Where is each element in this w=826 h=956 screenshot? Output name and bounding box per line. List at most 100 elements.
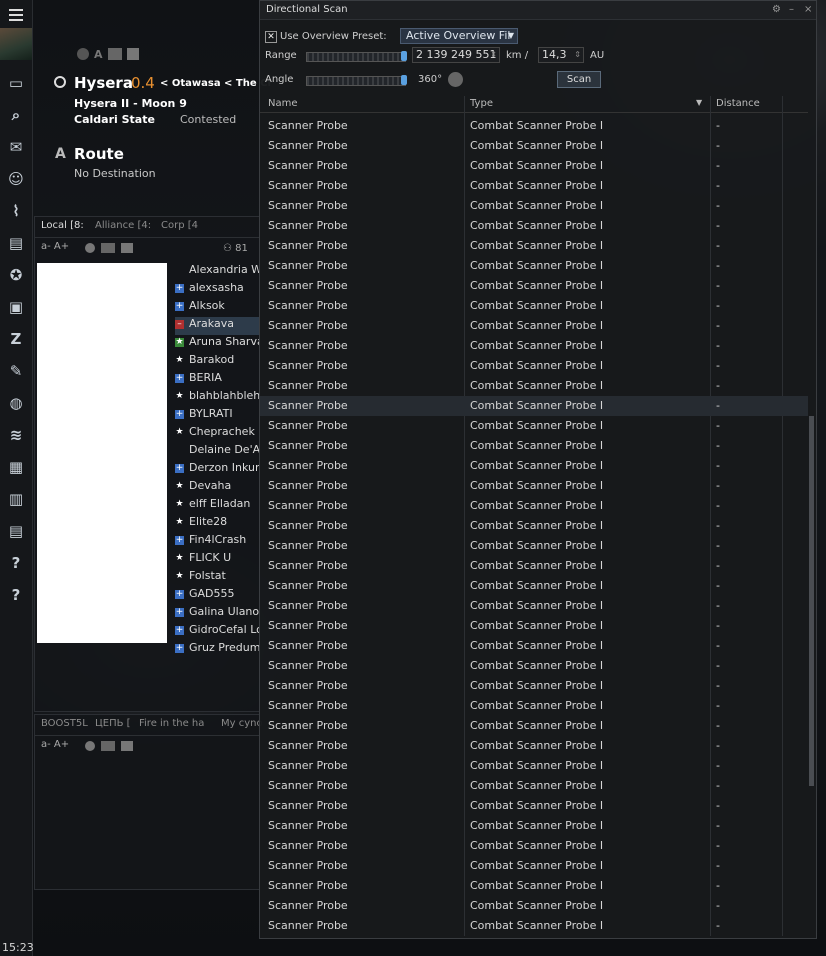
member-list-item[interactable]: ★ FLICK U (175, 551, 260, 569)
cube-icon[interactable]: ▦ (0, 452, 32, 482)
table-row[interactable]: Scanner Probe Combat Scanner Probe I - (260, 116, 808, 136)
au-input[interactable]: 14,3 ⇕ (538, 47, 584, 63)
route-icon[interactable]: A (94, 48, 103, 61)
member-list-item[interactable]: + alexsasha (175, 281, 260, 299)
tab-mycyno[interactable]: My cyno (221, 718, 263, 729)
notepad-icon[interactable]: ▤ (0, 228, 32, 258)
table-row[interactable]: Scanner Probe Combat Scanner Probe I - (260, 776, 808, 796)
table-row[interactable]: Scanner Probe Combat Scanner Probe I - (260, 876, 808, 896)
member-list-item[interactable]: ★ Elite28 (175, 515, 260, 533)
range-slider[interactable] (306, 51, 407, 62)
tab-local[interactable]: Local [8: (41, 220, 84, 231)
table-row[interactable]: Scanner Probe Combat Scanner Probe I - (260, 356, 808, 376)
table-row[interactable]: Scanner Probe Combat Scanner Probe I - (260, 516, 808, 536)
search-icon[interactable]: ⌕ (0, 100, 32, 130)
table-row[interactable]: Scanner Probe Combat Scanner Probe I - (260, 336, 808, 356)
column-type[interactable]: Type (470, 98, 493, 109)
member-list-item[interactable]: + BERIA (175, 371, 260, 389)
scrollbar[interactable] (809, 416, 814, 786)
tab-corp[interactable]: Corp [4 (161, 220, 198, 231)
members-icon[interactable] (101, 741, 115, 751)
angle-slider[interactable] (306, 75, 407, 86)
table-row[interactable]: Scanner Probe Combat Scanner Probe I - (260, 656, 808, 676)
member-list-item[interactable]: ★ Devaha (175, 479, 260, 497)
tab-alliance[interactable]: Alliance [4: (95, 220, 151, 231)
table-row[interactable]: Scanner Probe Combat Scanner Probe I - (260, 796, 808, 816)
speech-icon[interactable] (121, 243, 133, 253)
member-list-item[interactable]: ★ blahblahbleh1 (175, 389, 260, 407)
table-row[interactable]: Scanner Probe Combat Scanner Probe I - (260, 816, 808, 836)
wallet-chart-icon[interactable]: ⌇ (0, 196, 32, 226)
tab-chain[interactable]: ЦЕПЬ [ (95, 718, 131, 729)
member-list-item[interactable]: ★ Cheprachek (175, 425, 260, 443)
table-row[interactable]: Scanner Probe Combat Scanner Probe I - (260, 636, 808, 656)
table-row[interactable]: Scanner Probe Combat Scanner Probe I - (260, 396, 808, 416)
tools-icon[interactable] (107, 48, 122, 60)
table-row[interactable]: Scanner Probe Combat Scanner Probe I - (260, 136, 808, 156)
font-size-controls[interactable]: a- A+ (41, 739, 69, 750)
member-list-item[interactable]: + Alksok (175, 299, 260, 317)
faction-name[interactable]: Caldari State (74, 113, 155, 126)
table-row[interactable]: Scanner Probe Combat Scanner Probe I - (260, 596, 808, 616)
table-row[interactable]: Scanner Probe Combat Scanner Probe I - (260, 376, 808, 396)
member-list-item[interactable]: ★ Aruna Sharva (175, 335, 260, 353)
chat-message-area[interactable] (37, 263, 167, 643)
table-row[interactable]: Scanner Probe Combat Scanner Probe I - (260, 836, 808, 856)
scan-button[interactable]: Scan (557, 71, 601, 88)
table-row[interactable]: Scanner Probe Combat Scanner Probe I - (260, 916, 808, 936)
member-list-item[interactable]: + Gruz Predum (175, 641, 260, 659)
table-row[interactable]: Scanner Probe Combat Scanner Probe I - (260, 196, 808, 216)
member-list-item[interactable]: ★ elff Elladan (175, 497, 260, 515)
member-list-item[interactable]: + GidroCefal Lo (175, 623, 260, 641)
help-icon[interactable]: ? (0, 548, 32, 578)
member-list-item[interactable]: Alexandria W (175, 263, 260, 281)
overview-preset-dropdown[interactable]: Active Overview Fil ▼ (400, 28, 518, 44)
stepper-icon[interactable]: ⇕ (490, 48, 497, 62)
help-icon[interactable]: ? (0, 580, 32, 610)
inventory-icon[interactable]: ▣ (0, 292, 32, 322)
table-row[interactable]: Scanner Probe Combat Scanner Probe I - (260, 176, 808, 196)
column-name[interactable]: Name (268, 98, 298, 109)
slider-handle[interactable] (401, 51, 407, 61)
skills-icon[interactable]: Z (0, 324, 32, 354)
member-list-item[interactable]: Delaine De'Ar (175, 443, 260, 461)
avatar[interactable] (0, 28, 32, 60)
table-row[interactable]: Scanner Probe Combat Scanner Probe I - (260, 696, 808, 716)
table-row[interactable]: Scanner Probe Combat Scanner Probe I - (260, 496, 808, 516)
menu-icon[interactable] (0, 0, 32, 30)
gear-icon[interactable] (85, 741, 95, 751)
tab-boost[interactable]: BOOST5L (41, 718, 88, 729)
stepper-icon[interactable]: ⇕ (574, 48, 581, 62)
table-row[interactable]: Scanner Probe Combat Scanner Probe I - (260, 156, 808, 176)
table-row[interactable]: Scanner Probe Combat Scanner Probe I - (260, 236, 808, 256)
table-row[interactable]: Scanner Probe Combat Scanner Probe I - (260, 276, 808, 296)
table-row[interactable]: Scanner Probe Combat Scanner Probe I - (260, 616, 808, 636)
chat-icon[interactable]: ▭ (0, 68, 32, 98)
table-row[interactable]: Scanner Probe Combat Scanner Probe I - (260, 216, 808, 236)
journal-icon[interactable]: ▤ (0, 516, 32, 546)
minimize-icon[interactable]: – (789, 4, 794, 15)
fitting-icon[interactable]: ✪ (0, 260, 32, 290)
table-row[interactable]: Scanner Probe Combat Scanner Probe I - (260, 296, 808, 316)
sort-icon[interactable]: ▼ (696, 98, 702, 107)
member-list-item[interactable]: + BYLRATI (175, 407, 260, 425)
sun-icon[interactable] (77, 48, 89, 60)
gear-icon[interactable]: ⚙ (772, 4, 781, 15)
table-row[interactable]: Scanner Probe Combat Scanner Probe I - (260, 896, 808, 916)
table-row[interactable]: Scanner Probe Combat Scanner Probe I - (260, 676, 808, 696)
member-list-item[interactable]: + Galina Ulanov (175, 605, 260, 623)
table-row[interactable]: Scanner Probe Combat Scanner Probe I - (260, 736, 808, 756)
system-name[interactable]: Hysera (74, 74, 133, 92)
speech-icon[interactable] (121, 741, 133, 751)
table-row[interactable]: Scanner Probe Combat Scanner Probe I - (260, 316, 808, 336)
member-list-item[interactable]: ★ Folstat (175, 569, 260, 587)
table-row[interactable]: Scanner Probe Combat Scanner Probe I - (260, 416, 808, 436)
slider-handle[interactable] (401, 75, 407, 85)
member-list-item[interactable]: + Fin4lCrash (175, 533, 260, 551)
window-titlebar[interactable]: Directional Scan ⚙ – × (260, 1, 816, 20)
gear-icon[interactable] (85, 243, 95, 253)
member-list-item[interactable]: – Arakava (175, 317, 260, 335)
table-row[interactable]: Scanner Probe Combat Scanner Probe I - (260, 556, 808, 576)
member-list-item[interactable]: + Derzon Inkune (175, 461, 260, 479)
column-distance[interactable]: Distance (716, 98, 760, 109)
